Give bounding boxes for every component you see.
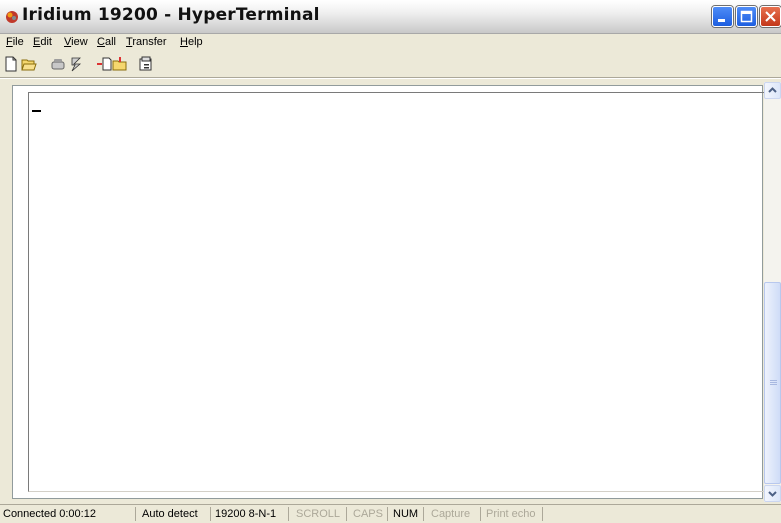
maximize-icon [740,10,753,23]
grip-line [770,382,777,383]
menu-help[interactable]: Help [180,36,203,48]
grip-line [770,384,777,385]
terminal-screen[interactable] [28,92,768,492]
menu-call[interactable]: Call [97,36,116,48]
close-icon [765,11,776,22]
status-print-echo: Print echo [483,507,543,521]
status-port-settings: 19200 8-N-1 [212,507,289,521]
close-button[interactable] [760,6,781,27]
chevron-down-icon [768,491,777,497]
maximize-button[interactable] [736,6,757,27]
status-capture: Capture [428,507,481,521]
toolbar [0,53,781,75]
status-num: NUM [390,507,424,521]
open-folder-icon[interactable] [21,56,37,72]
scroll-thumb[interactable] [764,282,781,484]
vertical-scrollbar[interactable] [764,82,781,502]
terminal-area[interactable] [12,85,768,499]
menu-transfer[interactable]: Transfer [126,36,167,48]
hyperterminal-window: Iridium 19200 - HyperTerminal File Edit … [0,0,781,523]
status-caps: CAPS [350,507,388,521]
call-phone-icon[interactable] [50,56,66,72]
menu-view[interactable]: View [64,36,88,48]
grip-line [770,380,777,381]
properties-icon[interactable] [138,56,154,72]
menu-edit[interactable]: Edit [33,36,52,48]
disconnect-phone-icon[interactable] [68,56,84,72]
status-connected: Connected 0:00:12 [0,507,136,521]
send-file-icon[interactable] [96,56,112,72]
menu-file[interactable]: File [6,36,24,48]
menu-bar: File Edit View Call Transfer Help [0,34,781,52]
minimize-icon [718,19,725,22]
hyperterminal-app-icon[interactable] [4,8,20,24]
terminal-cursor [32,110,41,112]
scroll-up-button[interactable] [764,82,781,99]
status-scroll: SCROLL [293,507,347,521]
scroll-down-button[interactable] [764,485,781,502]
new-file-icon[interactable] [3,56,19,72]
status-auto-detect: Auto detect [139,507,211,521]
minimize-button[interactable] [712,6,733,27]
toolbar-separator [0,77,781,79]
chevron-up-icon [768,87,777,93]
receive-file-icon[interactable] [112,56,128,72]
window-title: Iridium 19200 - HyperTerminal [22,5,320,25]
title-bar[interactable]: Iridium 19200 - HyperTerminal [0,0,781,34]
status-bar: Connected 0:00:12 Auto detect 19200 8-N-… [0,504,781,523]
